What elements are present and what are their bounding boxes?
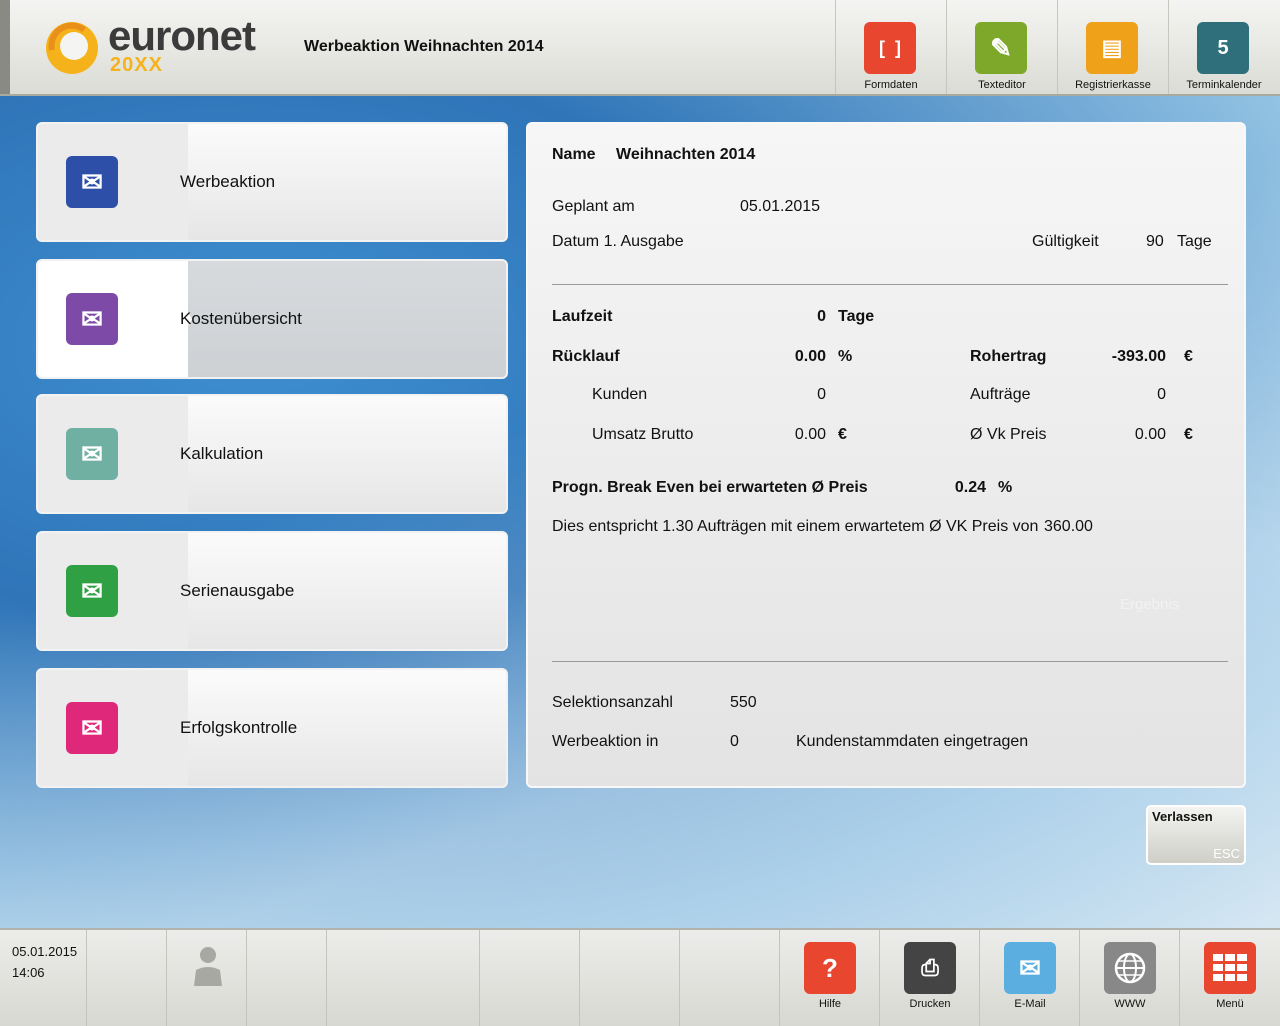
ruecklauf-label: Rücklauf xyxy=(552,348,620,365)
toolbar-label: Terminkalender xyxy=(1186,79,1262,91)
mail-euro-icon: ✉ xyxy=(66,293,118,345)
umsatz-brutto-value: 0.00 xyxy=(794,426,826,443)
footer-time: 14:06 xyxy=(12,965,45,980)
menu-grid-icon xyxy=(1204,942,1256,994)
footer-button-label: WWW xyxy=(1114,998,1146,1010)
gueltigkeit-unit: Tage xyxy=(1177,233,1212,250)
printer-icon: ⎙ xyxy=(904,942,956,994)
verlassen-label: Verlassen xyxy=(1152,809,1213,824)
toolbar-texteditor-button[interactable]: ✎ Texteditor xyxy=(946,0,1057,94)
toolbar-formdaten-button[interactable]: [ ] Formdaten xyxy=(835,0,946,94)
umsatz-brutto-label: Umsatz Brutto xyxy=(592,426,694,443)
toolbar-label: Formdaten xyxy=(864,79,918,91)
menu-item-label: Kalkulation xyxy=(180,444,264,463)
werbeaktion-in-value: 0 xyxy=(730,733,739,750)
datetime-cell: 05.01.2015 14:06 xyxy=(0,930,87,1026)
mail-stack-icon: ✉ xyxy=(66,565,118,617)
toolbar-label: Texteditor xyxy=(978,79,1026,91)
menu-item-label: Serienausgabe xyxy=(180,581,295,600)
menue-button[interactable]: Menü xyxy=(1179,930,1280,1026)
break-even-value: 0.24 xyxy=(954,479,986,496)
calendar-icon: 5 xyxy=(1197,22,1249,74)
hilfe-button[interactable]: ? Hilfe xyxy=(779,930,880,1026)
window-title: Werbeaktion Weihnachten 2014 xyxy=(304,38,544,55)
user-icon xyxy=(194,947,222,986)
mail-chart-icon: ✉ xyxy=(66,702,118,754)
menu-item-label: Kostenübersicht xyxy=(180,309,302,328)
werbeaktion-in-text: Kundenstammdaten eingetragen xyxy=(796,733,1029,750)
cost-overview-panel: Name Weihnachten 2014 Geplant am 05.01.2… xyxy=(526,122,1246,788)
menu-item-serienausgabe[interactable]: ✉ Serienausgabe xyxy=(36,531,508,651)
divider xyxy=(552,661,1228,662)
selektionsanzahl-value: 550 xyxy=(730,694,757,711)
break-even-unit: % xyxy=(998,479,1013,496)
laufzeit-label: Laufzeit xyxy=(552,308,613,325)
vk-preis-label: Ø Vk Preis xyxy=(970,426,1047,443)
laufzeit-unit: Tage xyxy=(838,308,875,325)
footer-button-label: Hilfe xyxy=(818,998,841,1010)
ruecklauf-value: 0.00 xyxy=(794,348,826,365)
werbeaktion-in-label: Werbeaktion in xyxy=(552,733,659,750)
menu-item-werbeaktion[interactable]: ✉ Werbeaktion xyxy=(36,122,508,242)
name-label: Name xyxy=(552,146,596,163)
auftraege-value: 0 xyxy=(1157,386,1166,403)
vk-preis-unit: € xyxy=(1184,426,1193,443)
geplant-value: 05.01.2015 xyxy=(740,198,821,215)
drucken-button[interactable]: ⎙ Drucken xyxy=(879,930,980,1026)
auftraege-label: Aufträge xyxy=(970,386,1031,403)
help-icon: ? xyxy=(804,942,856,994)
break-even-label: Progn. Break Even bei erwarteten Ø Preis xyxy=(552,479,868,496)
email-button[interactable]: ✉ E-Mail xyxy=(979,930,1080,1026)
footer-date: 05.01.2015 xyxy=(12,944,78,959)
www-button[interactable]: WWW xyxy=(1079,930,1180,1026)
menu-item-kostenuebersicht[interactable]: ✉ Kostenübersicht xyxy=(36,259,508,379)
rohertrag-value: -393.00 xyxy=(1111,348,1166,365)
mail-group-icon: ✉ xyxy=(66,156,118,208)
break-even-info-text: Dies entspricht 1.30 Aufträgen mit einem… xyxy=(552,518,1039,535)
rohertrag-label: Rohertrag xyxy=(970,348,1047,365)
ruecklauf-unit: % xyxy=(838,348,853,365)
pencil-icon: ✎ xyxy=(975,22,1027,74)
footer-bar: 05.01.2015 14:06 ? Hilfe ⎙ Drucken ✉ E-M… xyxy=(0,928,1280,1026)
verlassen-button[interactable]: Verlassen ESC xyxy=(1146,805,1246,865)
kunden-value: 0 xyxy=(817,386,826,403)
toolbar-label: Registrierkasse xyxy=(1075,79,1151,91)
footer-button-label: Drucken xyxy=(909,998,951,1010)
cash-register-icon: ▤ xyxy=(1086,22,1138,74)
header-bar: euronet 20XX Werbeaktion Weihnachten 201… xyxy=(0,0,1280,96)
selektionsanzahl-label: Selektionsanzahl xyxy=(552,694,673,711)
datum-ausgabe-label: Datum 1. Ausgabe xyxy=(552,233,684,250)
rohertrag-unit: € xyxy=(1184,348,1193,365)
menu-item-label: Werbeaktion xyxy=(180,172,276,191)
mail-icon: ✉ xyxy=(1004,942,1056,994)
verlassen-shortcut: ESC xyxy=(1213,846,1240,861)
vk-preis-value: 0.00 xyxy=(1134,426,1166,443)
gueltigkeit-value: 90 xyxy=(1146,233,1164,250)
umsatz-brutto-unit: € xyxy=(838,426,847,443)
name-value: Weihnachten 2014 xyxy=(616,146,756,163)
menu-item-erfolgskontrolle[interactable]: ✉ Erfolgskontrolle xyxy=(36,668,508,788)
form-data-icon: [ ] xyxy=(864,22,916,74)
mail-calculator-icon: ✉ xyxy=(66,428,118,480)
menu-item-label: Erfolgskontrolle xyxy=(180,718,298,737)
divider xyxy=(552,284,1228,285)
geplant-label: Geplant am xyxy=(552,198,635,215)
gueltigkeit-label: Gültigkeit xyxy=(1032,233,1099,250)
toolbar-registrierkasse-button[interactable]: ▤ Registrierkasse xyxy=(1057,0,1168,94)
user-cell[interactable] xyxy=(167,930,247,1026)
ergebnis-label: Ergebnis xyxy=(1120,596,1180,613)
laufzeit-value: 0 xyxy=(817,308,826,325)
euronet-logo-icon xyxy=(46,22,98,74)
footer-button-label: E-Mail xyxy=(1014,998,1046,1010)
brand-name: euronet xyxy=(108,12,256,59)
footer-button-label: Menü xyxy=(1216,998,1244,1010)
kunden-label: Kunden xyxy=(592,386,648,403)
brand-version: 20XX xyxy=(110,54,163,76)
menu-item-kalkulation[interactable]: ✉ Kalkulation xyxy=(36,394,508,514)
break-even-info-value: 360.00 xyxy=(1044,518,1093,535)
globe-icon xyxy=(1104,942,1156,994)
toolbar-terminkalender-button[interactable]: 5 Terminkalender xyxy=(1168,0,1279,94)
